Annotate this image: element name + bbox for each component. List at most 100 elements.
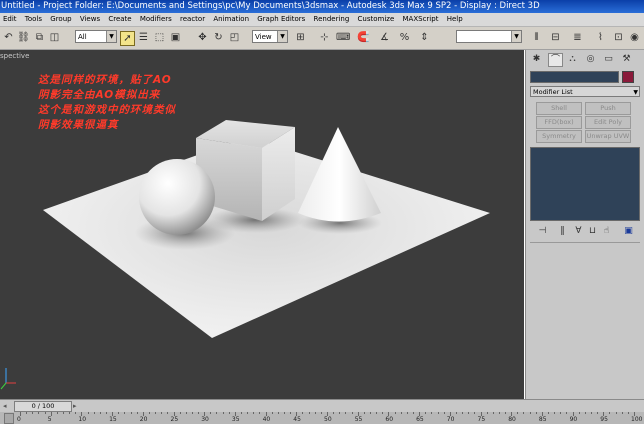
pin-stack-icon[interactable]: ⊣ [536, 225, 549, 237]
motion-tab-icon[interactable]: ◎ [584, 53, 597, 65]
track-tick [124, 412, 126, 414]
track-tick-label: 40 [262, 416, 271, 423]
object-name-field[interactable] [530, 71, 619, 83]
track-bar[interactable]: 0 5 10 15 20 25 30 35 40 45 50 55 60 65 70 75 80 85 90 95 10… [0, 412, 644, 424]
modifier-config-icon[interactable]: ▣ [622, 225, 635, 237]
menu-maxscript[interactable]: MAXScript [400, 13, 442, 26]
track-tick-label: 95 [600, 416, 608, 423]
keyboard-shortcut-icon[interactable]: ⌨ [336, 31, 350, 44]
menu-create[interactable]: Create [105, 13, 134, 26]
chevron-down-icon: ▼ [106, 31, 116, 42]
track-tick-label: 50 [324, 416, 332, 423]
display-tab-icon[interactable]: ▭ [602, 53, 615, 65]
curve-editor-icon[interactable]: ⌇ [594, 31, 607, 44]
menu-graph-editors[interactable]: Graph Editors [254, 13, 308, 26]
track-tick [148, 412, 150, 414]
menu-help[interactable]: Help [444, 13, 466, 26]
select-by-name-icon[interactable]: ☰ [137, 31, 150, 44]
track-tick-label: 0 [17, 416, 21, 423]
align-icon[interactable]: ⊟ [549, 31, 562, 44]
pivot-center-icon[interactable]: ⊞ [294, 31, 307, 44]
object-color-swatch[interactable] [622, 71, 634, 83]
track-tick-label: 100 [631, 416, 643, 423]
layer-manager-icon[interactable]: ≣ [571, 31, 584, 44]
material-editor-icon[interactable]: ◉ [628, 31, 641, 44]
track-tick [155, 412, 157, 414]
menu-reactor[interactable]: reactor [177, 13, 208, 26]
schematic-view-icon[interactable]: ⊡ [612, 31, 625, 44]
track-tick [38, 412, 40, 414]
unlink-icon[interactable]: ⧉ [33, 31, 46, 44]
track-tick-label: 90 [569, 416, 578, 423]
track-tick [591, 412, 593, 414]
menu-group[interactable]: Group [47, 13, 74, 26]
ffd-box-button[interactable]: FFD(box) [536, 116, 582, 129]
remove-modifier-icon[interactable]: ⊔ [586, 225, 599, 237]
time-slider-prev-icon[interactable]: ◂ [3, 402, 7, 410]
window-crossing-icon[interactable]: ▣ [169, 31, 182, 44]
percent-snap-icon[interactable]: % [398, 31, 411, 44]
select-rotate-icon[interactable]: ↻ [212, 31, 225, 44]
track-tick [75, 412, 77, 414]
modifier-list-dropdown[interactable]: Modifier List ▼ [530, 86, 640, 97]
track-tick [474, 412, 476, 414]
track-tick [277, 412, 279, 414]
menu-rendering[interactable]: Rendering [311, 13, 353, 26]
hierarchy-tab-icon[interactable]: ⛬ [566, 53, 579, 65]
chevron-down-icon: ▼ [277, 31, 287, 42]
track-tick-label: 15 [109, 416, 117, 423]
push-button[interactable]: Push [585, 102, 631, 115]
annotation-line: 这个是和游戏中的环境类似 [38, 104, 176, 116]
create-tab-icon[interactable]: ✱ [530, 53, 543, 65]
snap-toggle-icon[interactable]: 🧲 [357, 31, 370, 44]
show-end-result-icon[interactable]: ‖ [556, 225, 569, 237]
angle-snap-icon[interactable]: ∡ [378, 31, 391, 44]
make-unique-icon[interactable]: ∀ [572, 225, 585, 237]
track-tick [412, 412, 414, 414]
symmetry-button[interactable]: Symmetry [536, 130, 582, 143]
select-link-icon[interactable]: ⛓ [17, 31, 30, 44]
configure-sets-icon[interactable]: ☝ [600, 225, 613, 237]
menu-animation[interactable]: Animation [210, 13, 252, 26]
menu-edit[interactable]: Edit [0, 13, 20, 26]
utilities-tab-icon[interactable]: ⚒ [620, 53, 633, 65]
menu-customize[interactable]: Customize [355, 13, 398, 26]
track-bar-key-icon[interactable] [4, 413, 14, 424]
track-tick [161, 412, 163, 414]
track-tick [462, 412, 464, 414]
unwrap-uvw-button[interactable]: Unwrap UVW [585, 130, 631, 143]
selection-filter-dropdown[interactable]: All ▼ [75, 30, 117, 43]
modifier-stack-list[interactable] [530, 147, 640, 221]
time-slider[interactable]: 0 / 100 [14, 401, 72, 412]
annotation-line: 这是同样的环境，贴了AO [38, 74, 172, 86]
bind-space-warp-icon[interactable]: ◫ [48, 31, 61, 44]
select-object-icon[interactable]: ➚ [120, 31, 135, 46]
menu-views[interactable]: Views [77, 13, 103, 26]
shell-button[interactable]: Shell [536, 102, 582, 115]
named-selection-set-dropdown[interactable]: ▼ [456, 30, 522, 43]
undo-icon[interactable]: ↶ [2, 31, 15, 44]
track-tick [198, 412, 200, 414]
rectangular-selection-icon[interactable]: ⬚ [153, 31, 166, 44]
reference-coordinate-dropdown[interactable]: View ▼ [252, 30, 288, 43]
manipulate-icon[interactable]: ⊹ [318, 31, 331, 44]
viewport-label[interactable]: spective [0, 52, 29, 60]
menu-tools[interactable]: Tools [22, 13, 45, 26]
spinner-snap-icon[interactable]: ⇕ [418, 31, 431, 44]
track-tick-label: 25 [170, 416, 179, 423]
track-tick [529, 412, 531, 414]
modify-tab-icon[interactable]: ⌒ [548, 53, 563, 67]
window-title-bar: Untitled - Project Folder: E:\Documents … [0, 0, 644, 13]
track-tick [130, 412, 132, 414]
select-scale-icon[interactable]: ◰ [228, 31, 241, 44]
track-tick [468, 412, 470, 414]
mirror-icon[interactable]: ⫴ [530, 31, 543, 44]
sphere-object[interactable] [139, 159, 215, 235]
select-move-icon[interactable]: ✥ [196, 31, 209, 44]
track-tick-label: 55 [354, 416, 363, 423]
time-slider-next-icon[interactable]: ▸ [73, 402, 77, 410]
edit-poly-button[interactable]: Edit Poly [585, 116, 631, 129]
track-tick [425, 412, 427, 414]
chevron-down-icon: ▼ [633, 89, 638, 96]
menu-modifiers[interactable]: Modifiers [137, 13, 175, 26]
